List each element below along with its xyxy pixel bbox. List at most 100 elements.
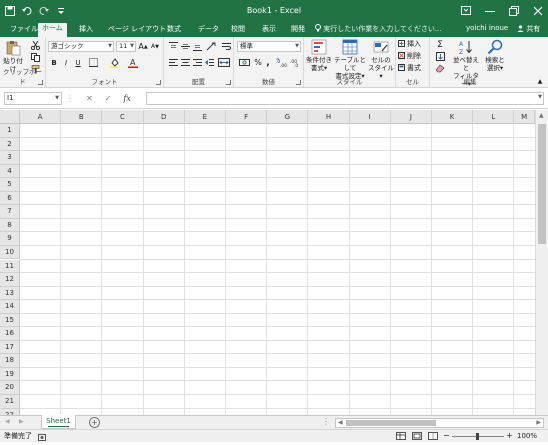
prev-sheet-icon[interactable]: ◀ [5,418,10,425]
clear-icon[interactable] [433,63,447,74]
row-header[interactable]: 1 [0,124,20,138]
autosum-icon[interactable]: Σ [433,39,447,50]
tab-insert[interactable]: 挿入 [75,24,97,35]
restore-icon[interactable] [508,4,520,17]
row-header[interactable]: 19 [0,367,20,382]
cell-styles-button[interactable]: セルの スタイル▾ [367,39,395,80]
shrink-font-icon[interactable]: A ▼ [150,41,160,52]
cancel-icon[interactable]: ✕ [86,94,93,103]
decrease-decimal-icon[interactable]: .00.0 [289,57,301,68]
next-sheet-icon[interactable]: ▶ [19,418,24,425]
row-header[interactable]: 18 [0,354,20,368]
vertical-scroll-thumb[interactable] [538,124,546,244]
spreadsheet-grid[interactable]: ABCDEFGHIJKLM 1 2 3 4 5 6 7 8 9 10 11 12 13 14 15 16 17 1… [0,110,548,415]
row-header[interactable]: 14 [0,300,20,314]
decrease-indent-icon[interactable] [204,57,214,68]
column-header[interactable]: A [20,110,62,124]
insert-cells-button[interactable]: 挿入 [398,39,428,49]
tab-home[interactable]: ホーム [38,23,67,37]
column-header[interactable]: B [61,110,103,124]
share-button[interactable]: 共有 [517,24,540,34]
row-header[interactable]: 2 [0,137,20,152]
zoom-in-icon[interactable]: + [506,430,513,442]
column-header[interactable]: I [349,110,391,124]
align-top-icon[interactable] [168,41,178,52]
collapse-ribbon-icon[interactable]: ▲ [536,77,544,85]
vertical-scrollbar[interactable]: ▲ [535,110,548,415]
normal-view-icon[interactable] [396,432,406,444]
increase-decimal-icon[interactable]: .0.00 [275,57,287,68]
wrap-text-icon[interactable] [221,41,231,52]
orientation-icon[interactable] [204,41,218,52]
tell-me-box[interactable]: 実行したい作業を入力してください... [315,24,442,34]
column-header[interactable]: D [143,110,185,124]
borders-icon[interactable] [86,57,100,68]
font-size-dropdown[interactable]: 11 ▼ [116,41,136,52]
row-header[interactable]: 12 [0,273,20,287]
column-header[interactable]: F [226,110,268,124]
fill-icon[interactable] [433,51,447,62]
align-bottom-icon[interactable] [192,41,202,52]
row-header[interactable]: 5 [0,178,20,192]
scroll-up-icon[interactable]: ▲ [539,112,544,119]
row-header[interactable]: 16 [0,327,20,341]
column-header[interactable]: E [184,110,226,124]
font-name-dropdown[interactable]: 游ゴシック ▼ [48,41,114,52]
conditional-formatting-button[interactable]: 条件付き 書式▾ [305,39,333,72]
column-header[interactable]: C [102,110,144,124]
row-header[interactable]: 6 [0,191,20,206]
column-header[interactable]: L [473,110,515,124]
align-center-icon[interactable] [180,57,190,68]
tab-page-layout[interactable]: ページ レイアウト [104,24,170,35]
row-header[interactable]: 10 [0,245,20,260]
expand-formula-bar-icon[interactable]: ▼ [538,94,542,100]
copy-icon[interactable] [29,52,41,63]
column-header[interactable]: K [432,110,474,124]
find-select-button[interactable]: 検索と 選択▾ [482,39,508,72]
column-header[interactable]: H [308,110,350,124]
insert-function-button[interactable]: fx [123,94,130,103]
formula-input[interactable] [146,92,544,105]
zoom-out-icon[interactable]: − [443,430,450,442]
column-header[interactable]: G [267,110,309,124]
tab-formulas[interactable]: 数式 [163,24,185,35]
delete-cells-button[interactable]: 削除 [398,51,428,61]
align-right-icon[interactable] [192,57,202,68]
row-header[interactable]: 3 [0,151,20,165]
page-break-view-icon[interactable] [428,432,438,444]
tab-view[interactable]: 表示 [258,24,280,35]
select-all-corner[interactable] [0,110,20,124]
name-box[interactable]: I1 ▼ [4,92,62,105]
accounting-format-icon[interactable] [237,57,251,68]
tab-developer[interactable]: 開発 [287,24,309,35]
scroll-right-icon[interactable]: ▶ [536,419,541,426]
sheet-tab[interactable]: Sheet1 [41,415,76,429]
clipboard-launcher-icon[interactable] [38,80,43,85]
fill-color-icon[interactable] [108,57,122,68]
tab-review[interactable]: 校閲 [227,24,249,35]
row-header[interactable]: 17 [0,340,20,355]
column-header[interactable]: M [514,110,535,124]
row-header[interactable]: 21 [0,395,20,409]
row-header[interactable]: 4 [0,164,20,179]
row-header[interactable]: 9 [0,232,20,246]
align-middle-icon[interactable] [180,41,190,52]
font-color-icon[interactable]: A [126,57,140,68]
italic-button[interactable]: I [61,57,71,68]
close-icon[interactable] [532,4,544,17]
comma-button[interactable]: , [264,57,272,68]
grow-font-icon[interactable]: A ▲ [138,41,148,52]
align-left-icon[interactable] [168,57,178,68]
row-header[interactable]: 8 [0,218,20,233]
zoom-slider-thumb[interactable] [476,433,479,440]
number-format-dropdown[interactable]: 標準 ▼ [237,41,301,52]
merge-center-icon[interactable] [216,57,232,68]
row-header[interactable]: 11 [0,259,20,273]
font-launcher-icon[interactable] [156,80,161,85]
tab-file[interactable]: ファイル [6,24,42,35]
percent-button[interactable]: % [253,57,263,68]
number-launcher-icon[interactable] [296,80,301,85]
ribbon-display-icon[interactable] [460,4,472,17]
enter-icon[interactable]: ✓ [105,94,112,103]
user-name[interactable]: yoichi inoue [466,24,508,32]
